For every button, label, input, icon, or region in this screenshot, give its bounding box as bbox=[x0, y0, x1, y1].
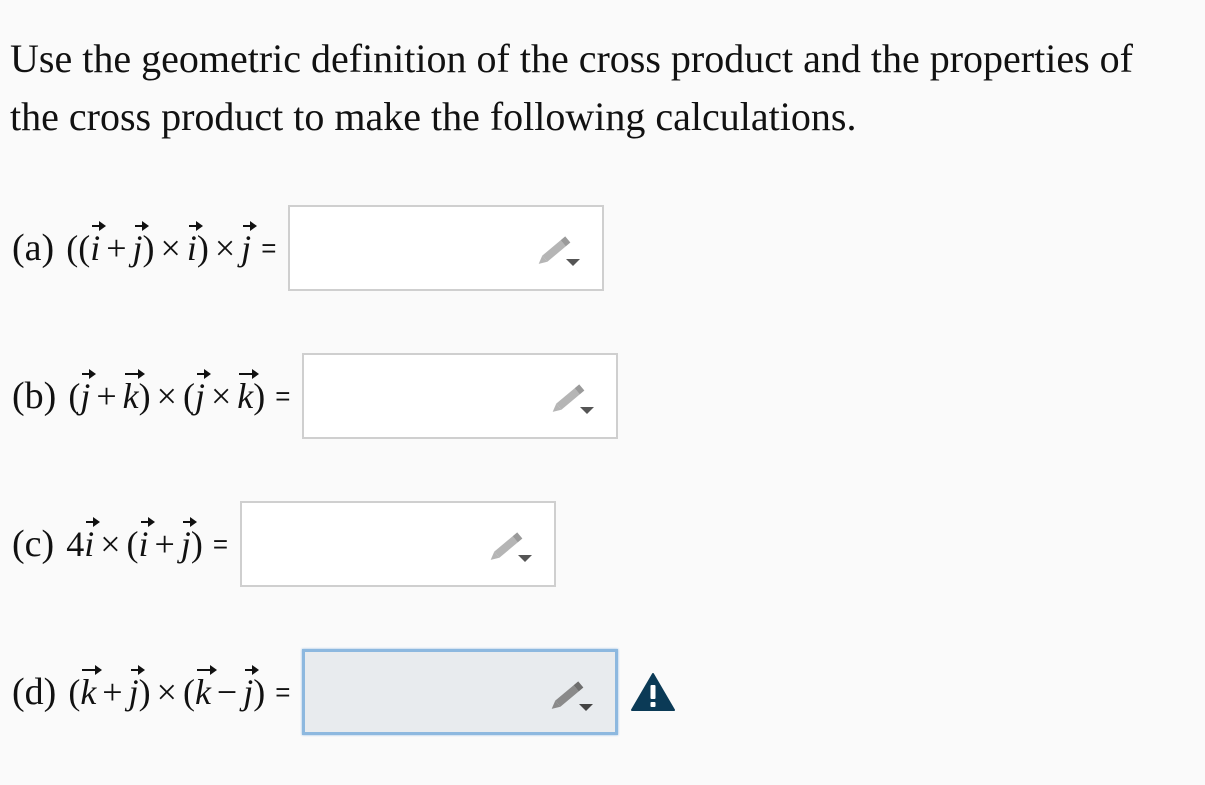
vector-i: i bbox=[138, 517, 155, 564]
open-paren: ( bbox=[78, 228, 91, 268]
expression: (j + k) × (j × k) bbox=[68, 369, 266, 417]
answer-input-a[interactable] bbox=[288, 205, 605, 291]
problem-label: (c) bbox=[12, 523, 55, 565]
instructions: Use the geometric definition of the cros… bbox=[10, 30, 1195, 146]
problem-d: (d) (k + j) × (k − j) = bbox=[12, 647, 676, 737]
open-paren: ( bbox=[182, 376, 195, 416]
vector-k: k bbox=[237, 369, 260, 416]
pencil-dropdown-icon[interactable] bbox=[552, 381, 596, 415]
pencil-dropdown-icon[interactable] bbox=[538, 233, 582, 267]
instructions-line-1: Use the geometric definition of the cros… bbox=[10, 36, 1133, 81]
problem-b: (b) (j + k) × (j × k) = bbox=[12, 351, 619, 441]
vector-k: k bbox=[122, 369, 145, 416]
equals-sign: = bbox=[212, 528, 229, 559]
open-paren: ( bbox=[68, 672, 81, 712]
equals-sign: = bbox=[275, 380, 291, 411]
vector-j: j bbox=[80, 369, 97, 416]
cross-operator: × bbox=[100, 524, 121, 564]
close-paren: ) bbox=[190, 524, 203, 564]
open-paren: ( bbox=[182, 672, 195, 712]
close-paren: ) bbox=[138, 672, 151, 712]
answer-input-b[interactable] bbox=[302, 353, 619, 439]
minus-operator: − bbox=[216, 672, 238, 712]
vector-k: k bbox=[194, 665, 217, 712]
equals-sign: = bbox=[261, 232, 277, 263]
cross-operator: × bbox=[210, 376, 232, 416]
vector-i: i bbox=[90, 221, 107, 268]
scalar: 4 bbox=[66, 524, 85, 564]
close-paren: ) bbox=[253, 672, 266, 712]
vector-i: i bbox=[186, 221, 203, 268]
open-paren: ( bbox=[66, 228, 79, 268]
answer-input-d[interactable] bbox=[302, 649, 619, 735]
expression: ((i + j) × i) × j bbox=[66, 221, 258, 269]
open-paren: ( bbox=[68, 376, 81, 416]
cross-operator: × bbox=[160, 228, 181, 268]
plus-operator: + bbox=[106, 228, 127, 268]
problem-label: (b) bbox=[12, 375, 57, 417]
vector-k: k bbox=[80, 665, 103, 712]
open-paren: ( bbox=[126, 524, 139, 564]
answer-input-c[interactable] bbox=[240, 501, 557, 587]
vector-i: i bbox=[84, 517, 101, 564]
warning-icon[interactable] bbox=[630, 672, 676, 712]
vector-j: j bbox=[243, 665, 260, 712]
close-paren: ) bbox=[138, 376, 151, 416]
cross-operator: × bbox=[214, 228, 236, 268]
problem-label: (a) bbox=[12, 227, 55, 269]
close-paren: ) bbox=[196, 228, 209, 268]
problem-a: (a) ((i + j) × i) × j = bbox=[12, 203, 605, 293]
problem-label: (d) bbox=[12, 671, 57, 713]
vector-j: j bbox=[194, 369, 211, 416]
expression: (k + j) × (k − j) bbox=[68, 665, 266, 713]
instructions-line-2: the cross product to make the following … bbox=[10, 94, 857, 139]
plus-operator: + bbox=[96, 376, 117, 416]
cross-operator: × bbox=[156, 672, 177, 712]
close-paren: ) bbox=[253, 376, 266, 416]
vector-j: j bbox=[132, 221, 149, 268]
plus-operator: + bbox=[102, 672, 123, 712]
expression: 4i × (i + j) bbox=[66, 517, 203, 565]
close-paren: ) bbox=[142, 228, 155, 268]
vector-j: j bbox=[241, 221, 258, 268]
cross-operator: × bbox=[156, 376, 177, 416]
pencil-dropdown-icon[interactable] bbox=[490, 529, 534, 563]
equals-sign: = bbox=[275, 676, 291, 707]
pencil-dropdown-icon[interactable] bbox=[551, 678, 595, 712]
problem-c: (c) 4i × (i + j) = bbox=[12, 499, 557, 589]
vector-j: j bbox=[180, 517, 197, 564]
vector-j: j bbox=[128, 665, 145, 712]
plus-operator: + bbox=[154, 524, 175, 564]
